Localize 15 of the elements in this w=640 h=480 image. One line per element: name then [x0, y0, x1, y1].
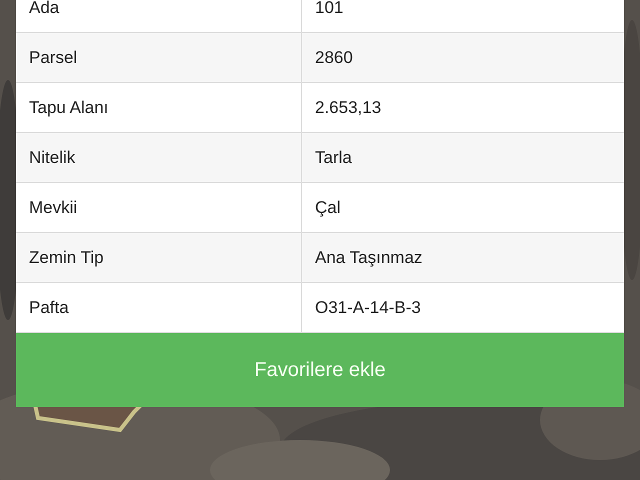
field-label: Pafta — [16, 283, 302, 332]
field-value: 2.653,13 — [314, 96, 382, 119]
field-label: Nitelik — [16, 133, 302, 182]
field-value: Tarla — [314, 146, 353, 169]
field-value: 2860 — [314, 46, 354, 69]
field-label: Mevkii — [16, 183, 302, 232]
field-value: Ana Taşınmaz — [314, 246, 424, 269]
field-label: Zemin Tip — [16, 233, 302, 282]
field-value: 101 — [314, 0, 344, 19]
add-favorite-button[interactable]: Favorilere ekle — [16, 333, 624, 407]
field-label: Tapu Alanı — [16, 83, 302, 132]
field-value: O31-A-14-B-3 — [314, 296, 422, 319]
field-value: Çal — [314, 196, 342, 219]
field-label: Ada — [16, 0, 302, 32]
field-label: Parsel — [16, 33, 302, 82]
